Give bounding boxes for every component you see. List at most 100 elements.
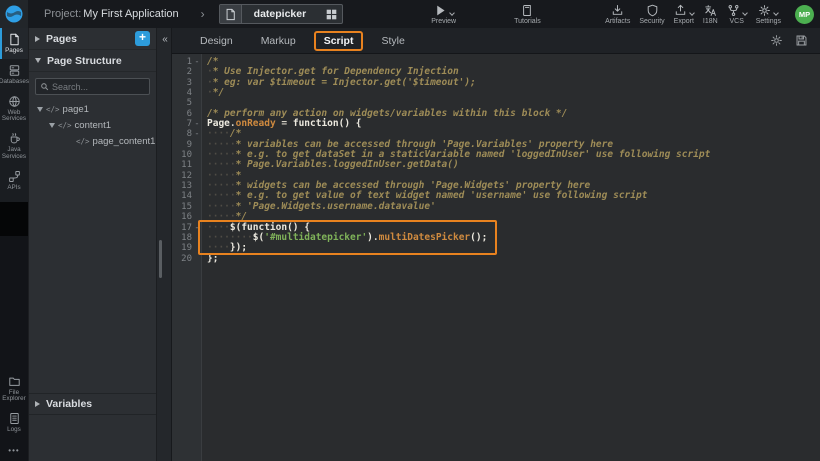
sidebar-item-label: Logs	[7, 427, 21, 434]
fold-marker[interactable]: -	[192, 223, 202, 233]
editor-tab-bar: Design Markup Script Style	[172, 28, 820, 54]
sidebar-item-label: Java Services	[0, 147, 28, 161]
gear-icon	[758, 4, 771, 17]
save-icon[interactable]	[795, 34, 808, 47]
panel-scrollbar[interactable]	[159, 240, 162, 278]
avatar[interactable]: MP	[795, 5, 814, 24]
line-number: 9	[172, 140, 192, 150]
code-line[interactable]: 18········$('#multidatepicker').multiDat…	[172, 233, 820, 243]
coffee-icon	[8, 132, 21, 145]
line-text: ·*/	[202, 88, 224, 98]
tree-node-label: content1	[75, 120, 111, 131]
more-options-button[interactable]: •••	[0, 438, 28, 461]
code-line[interactable]: 3·* eg: var $timeout = Injector.get('$ti…	[172, 78, 820, 88]
sidebar-item-label: Databases	[0, 79, 29, 86]
project-name[interactable]: My First Application	[83, 8, 178, 20]
sidebar-item-file-explorer[interactable]: File Explorer	[0, 370, 28, 408]
editor-toolbar	[770, 34, 808, 47]
code-line[interactable]: 19····});	[172, 243, 820, 253]
variables-section-header[interactable]: Variables	[29, 393, 156, 415]
code-line[interactable]: 15·····* 'Page.Widgets.username.datavalu…	[172, 202, 820, 212]
i18n-button[interactable]: I18N	[703, 0, 718, 28]
search-icon	[40, 82, 49, 91]
chevron-down-icon[interactable]	[689, 10, 695, 16]
chevron-down-icon[interactable]	[449, 10, 455, 16]
grid-icon[interactable]	[320, 5, 342, 23]
wavemaker-logo[interactable]	[0, 0, 28, 28]
line-number: 2	[172, 67, 192, 77]
sidebar-item-databases[interactable]: Databases	[0, 59, 28, 90]
tree-node-content1[interactable]: </>content1	[29, 117, 156, 133]
collapsed-arrow-icon[interactable]	[35, 36, 40, 42]
export-button[interactable]: Export	[674, 0, 694, 28]
add-page-button[interactable]: +	[135, 31, 150, 46]
page-document-icon[interactable]	[220, 5, 242, 23]
tree-node-page_content1[interactable]: </>page_content1	[29, 133, 156, 149]
action-label: I18N	[703, 18, 718, 25]
fold-marker[interactable]: -	[192, 57, 202, 67]
tab-design[interactable]: Design	[190, 31, 243, 51]
expanded-arrow-icon[interactable]	[35, 58, 41, 63]
code-line[interactable]: 11·····* Page.Variables.loggedInUser.get…	[172, 160, 820, 170]
line-number: 7	[172, 119, 192, 129]
search-input[interactable]	[52, 82, 145, 92]
fold-marker	[192, 109, 202, 119]
line-number: 12	[172, 171, 192, 181]
book-icon	[521, 4, 534, 17]
sidebar-item-label: Pages	[5, 48, 23, 55]
script-settings-icon[interactable]	[770, 34, 783, 47]
tab-style[interactable]: Style	[371, 31, 414, 51]
collapsed-arrow-icon[interactable]	[35, 401, 40, 407]
database-icon	[8, 64, 21, 77]
chevron-down-icon[interactable]	[774, 10, 780, 16]
sidebar-item-pages[interactable]: Pages	[0, 28, 28, 59]
tree-node-label: page1	[63, 104, 89, 115]
line-number: 10	[172, 150, 192, 160]
open-page-tab[interactable]: datepicker	[219, 4, 344, 24]
artifacts-button[interactable]: Artifacts	[605, 0, 630, 28]
expanded-arrow-icon[interactable]	[37, 107, 43, 112]
fold-marker	[192, 212, 202, 222]
vcs-button[interactable]: VCS	[727, 0, 747, 28]
upload-icon	[674, 4, 687, 17]
chevron-down-icon[interactable]	[742, 10, 748, 16]
code-icon: </>	[58, 121, 72, 130]
play-icon	[434, 4, 447, 17]
tab-script[interactable]: Script	[314, 31, 364, 51]
line-text: };	[202, 254, 218, 264]
search-box[interactable]	[35, 78, 150, 95]
settings-button[interactable]: Settings	[756, 0, 781, 28]
action-label: Export	[674, 18, 694, 25]
security-button[interactable]: Security	[639, 0, 664, 28]
code-editor[interactable]: 1-/*2·* Use Injector.get for Dependency …	[172, 54, 820, 461]
tree-node-page1[interactable]: </>page1	[29, 101, 156, 117]
fold-marker	[192, 233, 202, 243]
logfile-icon	[8, 412, 21, 425]
sidebar-item-web-services[interactable]: Web Services	[0, 90, 28, 128]
code-line[interactable]: 4·*/	[172, 88, 820, 98]
line-number: 16	[172, 212, 192, 222]
expanded-arrow-icon[interactable]	[49, 123, 55, 128]
code-line[interactable]: 20};	[172, 254, 820, 264]
fold-marker[interactable]: -	[192, 119, 202, 129]
tab-markup[interactable]: Markup	[251, 31, 306, 51]
app-window: Project: My First Application › datepick…	[0, 0, 820, 461]
line-number: 14	[172, 191, 192, 201]
pages-panel: Pages + Page Structure </>page1</>conten…	[28, 28, 156, 461]
rail-divider	[0, 202, 28, 236]
line-number: 15	[172, 202, 192, 212]
tutorials-button[interactable]: Tutorials	[514, 0, 541, 28]
panel-empty-area	[29, 149, 156, 393]
preview-button[interactable]: Preview	[431, 0, 456, 28]
fold-marker	[192, 202, 202, 212]
sidebar-item-java-services[interactable]: Java Services	[0, 127, 28, 165]
sidebar-item-apis[interactable]: APIs	[0, 165, 28, 196]
page-structure-label: Page Structure	[47, 55, 150, 67]
sidebar-item-logs[interactable]: Logs	[0, 407, 28, 438]
variables-header-label: Variables	[46, 398, 150, 410]
code-line[interactable]: 7-Page.onReady = function() {	[172, 119, 820, 129]
pages-section-header[interactable]: Pages +	[29, 28, 156, 50]
page-structure-header[interactable]: Page Structure	[29, 50, 156, 72]
fold-marker[interactable]: -	[192, 129, 202, 139]
collapse-panel-button[interactable]: «	[157, 32, 173, 48]
